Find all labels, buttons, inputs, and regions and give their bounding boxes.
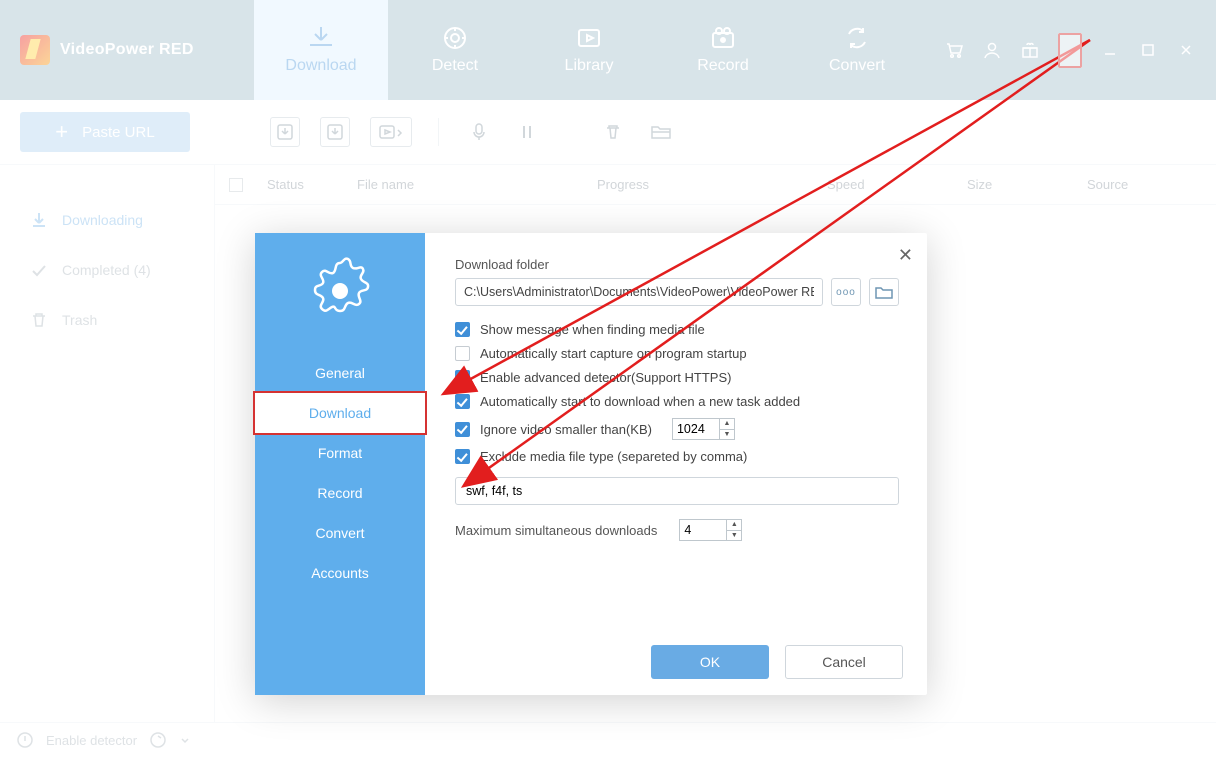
enable-detector-label: Enable detector [46,733,137,748]
app-header: VideoPower RED Download Detect Library R… [0,0,1216,100]
status-bar: Enable detector [0,722,1216,757]
sidebar-trash-label: Trash [62,312,97,328]
col-source: Source [1087,177,1216,192]
brand: VideoPower RED [0,0,254,100]
tab-record[interactable]: Record [656,0,790,100]
max-sim-label: Maximum simultaneous downloads [455,523,657,538]
single-download-icon[interactable] [320,117,350,147]
lbl-auto-start-capture: Automatically start capture on program s… [480,346,747,361]
chk-show-message[interactable] [455,322,470,337]
paste-url-label: Paste URL [82,124,155,141]
header-utility-icons [924,0,1216,100]
col-progress: Progress [597,177,827,192]
ok-button[interactable]: OK [651,645,769,679]
more-path-button[interactable]: ooo [831,278,861,306]
settings-sidebar: General Download Format Record Convert A… [255,233,425,695]
settings-tab-general[interactable]: General [255,353,425,393]
ignore-kb-input[interactable] [673,419,719,439]
lbl-auto-download: Automatically start to download when a n… [480,394,800,409]
pause-icon[interactable] [513,118,541,146]
tab-download-label: Download [285,57,356,75]
tab-convert[interactable]: Convert [790,0,924,100]
toolbar-separator [438,118,439,146]
settings-tab-record[interactable]: Record [255,473,425,513]
browse-folder-button[interactable] [869,278,899,306]
gear-icon [302,253,378,329]
spin-down-icon[interactable]: ▼ [727,531,741,541]
menu-kebab-icon[interactable] [1058,33,1082,68]
tab-detect-label: Detect [432,57,478,75]
lbl-enable-advanced: Enable advanced detector(Support HTTPS) [480,370,731,385]
select-all-checkbox[interactable] [229,178,243,192]
top-tabs: Download Detect Library Record Convert [254,0,924,100]
lbl-exclude-types: Exclude media file type (separeted by co… [480,449,747,464]
close-window-icon[interactable] [1176,40,1196,60]
brand-logo-icon [20,35,50,65]
cart-icon[interactable] [944,40,964,60]
settings-dialog: General Download Format Record Convert A… [255,233,927,695]
spin-up-icon[interactable]: ▲ [727,520,741,531]
maximize-icon[interactable] [1138,40,1158,60]
minimize-icon[interactable] [1100,40,1120,60]
lbl-show-message: Show message when finding media file [480,322,705,337]
settings-tab-download[interactable]: Download [255,393,425,433]
sidebar-downloading-label: Downloading [62,212,143,228]
sidebar-completed-label: Completed (4) [62,262,151,278]
gift-icon[interactable] [1020,40,1040,60]
lbl-ignore-smaller: Ignore video smaller than(KB) [480,422,652,437]
settings-tab-convert[interactable]: Convert [255,513,425,553]
tab-detect[interactable]: Detect [388,0,522,100]
tab-library-label: Library [565,57,614,75]
chk-exclude-types[interactable] [455,449,470,464]
tab-record-label: Record [697,57,749,75]
chevron-down-icon[interactable] [179,734,191,746]
sidebar: Downloading Completed (4) Trash [0,165,215,722]
spin-up-icon[interactable]: ▲ [720,419,734,430]
sidebar-item-trash[interactable]: Trash [0,295,214,345]
list-header: Status File name Progress Speed Size Sou… [215,165,1216,205]
exclude-types-input[interactable] [455,477,899,505]
paste-url-button[interactable]: + Paste URL [20,112,190,152]
chk-enable-advanced[interactable] [455,370,470,385]
tab-library[interactable]: Library [522,0,656,100]
chk-auto-start-capture[interactable] [455,346,470,361]
format-dropdown-icon[interactable] [370,117,412,147]
cancel-button[interactable]: Cancel [785,645,903,679]
settings-tab-format[interactable]: Format [255,433,425,473]
power-icon[interactable] [16,731,34,749]
max-sim-input[interactable] [680,520,726,540]
ignore-kb-stepper[interactable]: ▲▼ [672,418,735,440]
batch-download-icon[interactable] [270,117,300,147]
col-filename: File name [357,177,597,192]
col-status: Status [267,177,357,192]
settings-panel-download: ✕ Download folder ooo Show message when … [425,233,927,695]
plus-icon: + [55,119,68,145]
chk-ignore-smaller[interactable] [455,422,470,437]
max-sim-stepper[interactable]: ▲▼ [679,519,742,541]
sidebar-item-downloading[interactable]: Downloading [0,195,214,245]
open-folder-icon[interactable] [647,118,675,146]
mic-icon[interactable] [465,118,493,146]
delete-icon[interactable] [599,118,627,146]
close-icon[interactable]: ✕ [898,245,913,266]
refresh-icon[interactable] [149,731,167,749]
user-icon[interactable] [982,40,1002,60]
spin-down-icon[interactable]: ▼ [720,430,734,440]
sidebar-item-completed[interactable]: Completed (4) [0,245,214,295]
settings-tab-accounts[interactable]: Accounts [255,553,425,593]
tab-download[interactable]: Download [254,0,388,100]
brand-title: VideoPower RED [60,41,194,59]
tab-convert-label: Convert [829,57,885,75]
chk-auto-download[interactable] [455,394,470,409]
download-folder-label: Download folder [455,257,899,272]
download-folder-input[interactable] [455,278,823,306]
toolbar: + Paste URL [0,100,1216,165]
col-speed: Speed [827,177,967,192]
col-size: Size [967,177,1087,192]
